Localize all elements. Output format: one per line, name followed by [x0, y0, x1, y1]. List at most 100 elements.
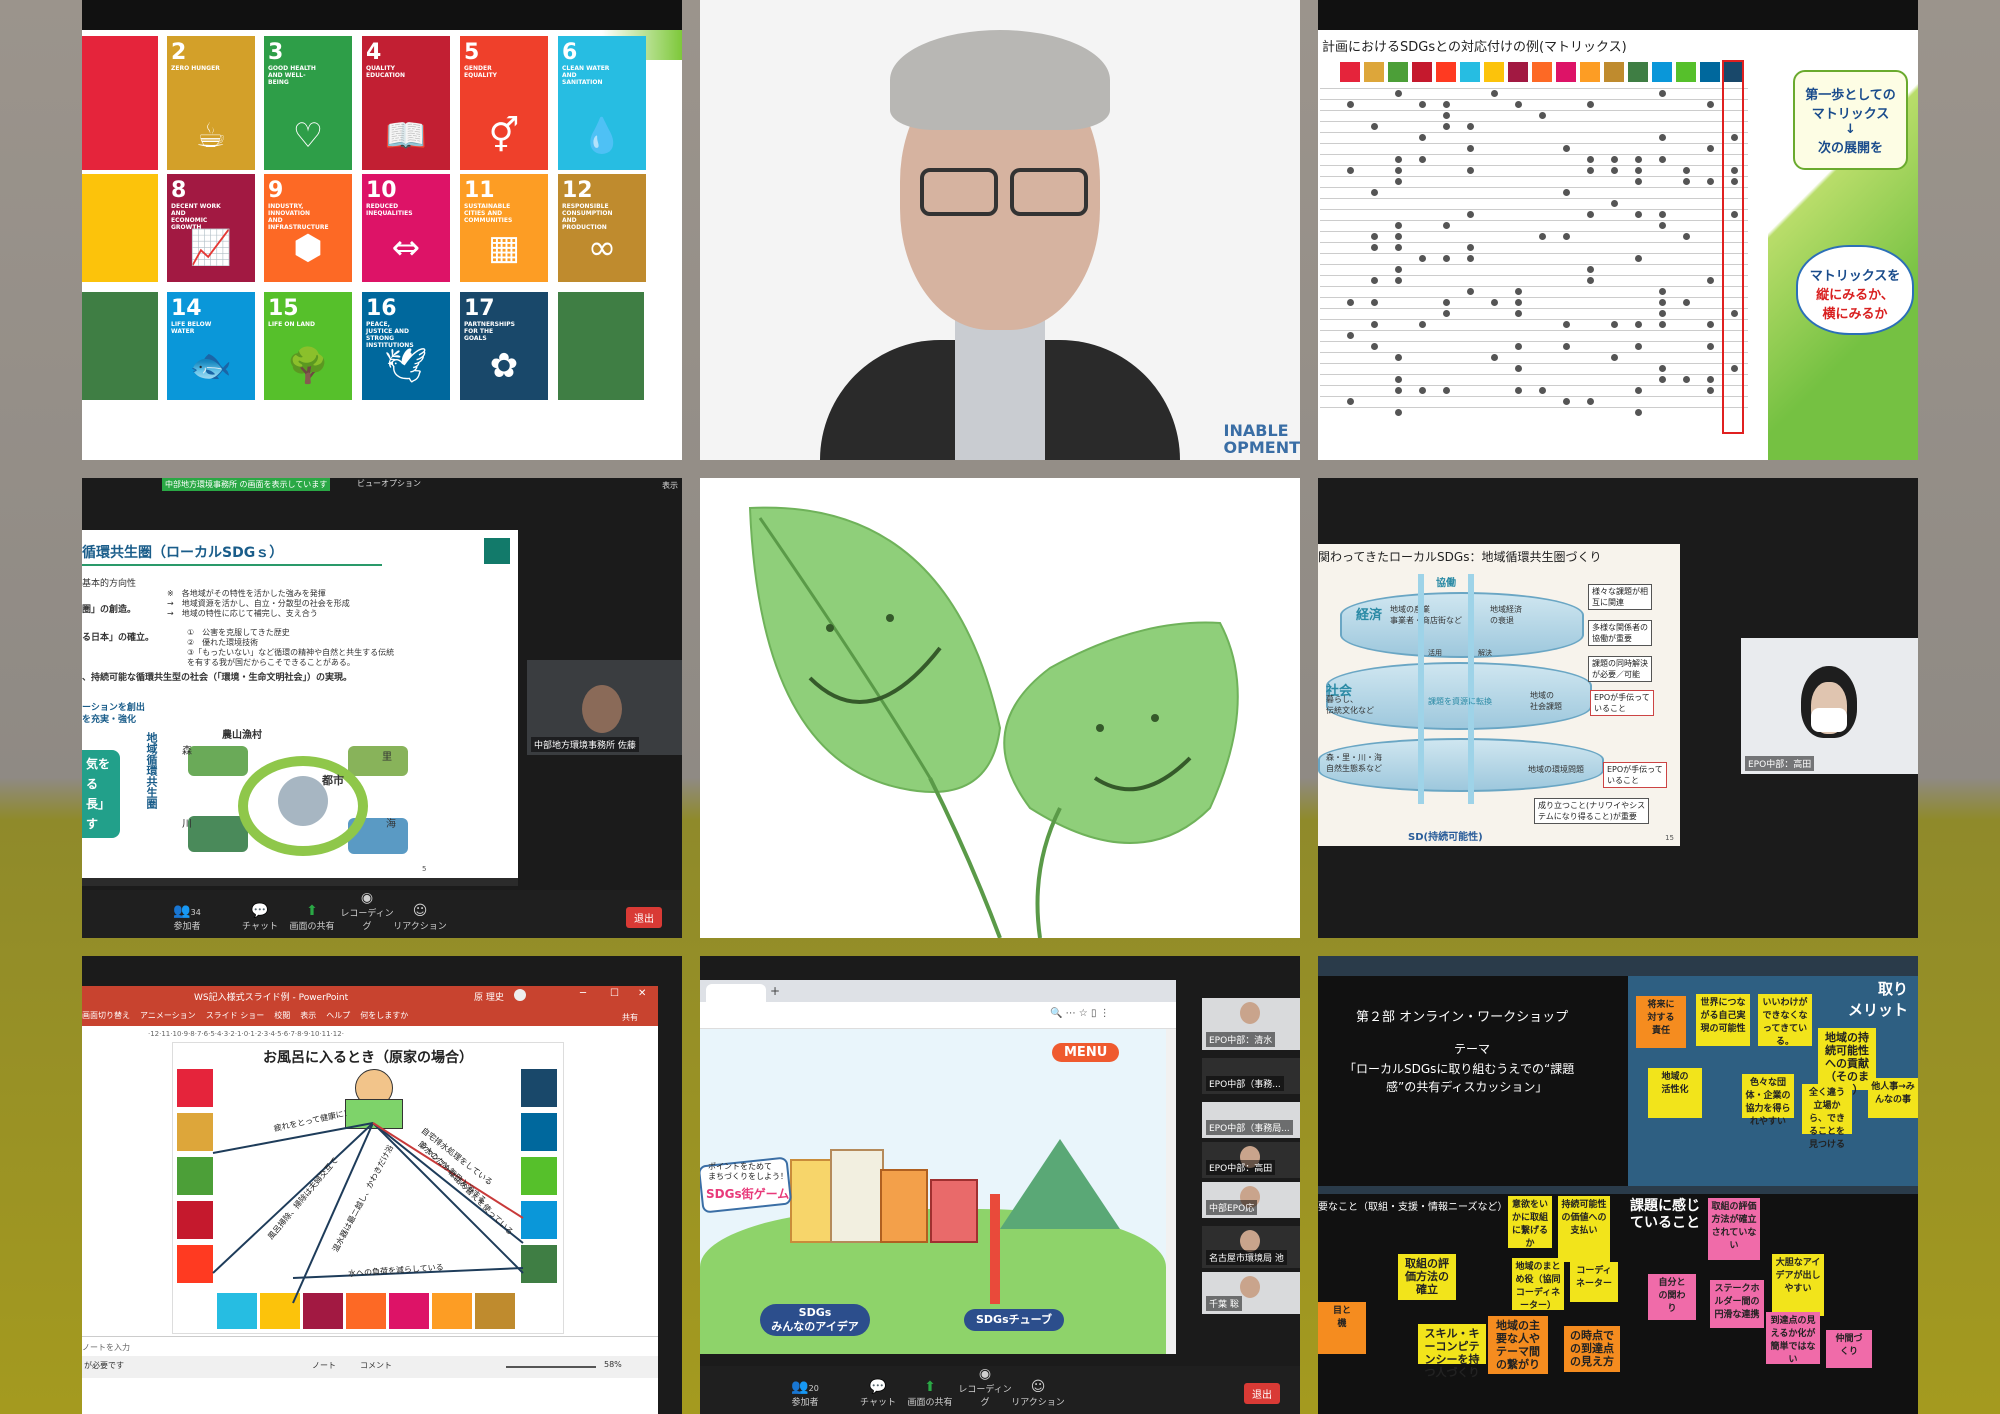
ideas-button[interactable]: SDGs みんなのアイデア: [760, 1304, 870, 1336]
button-label: リアクション: [1011, 1398, 1065, 1408]
video-tile-leaves[interactable]: [700, 478, 1300, 938]
video-tile-powerpoint[interactable]: WS記入様式スライド例 - PowerPoint 原 理史 ─ ☐ ✕ 画面切り…: [82, 956, 682, 1414]
share-screen-button[interactable]: ⬆ 画面の共有: [282, 903, 342, 932]
notes-button[interactable]: ノート: [312, 1360, 336, 1371]
sticky-note[interactable]: コーディネーター: [1570, 1262, 1618, 1302]
sticky-note[interactable]: の時点での到達点の見え方: [1564, 1326, 1620, 1372]
reaction-button[interactable]: ☺ リアクション: [390, 903, 450, 932]
participant-thumbnail[interactable]: 中部地方環境事務所 佐藤: [527, 660, 682, 755]
video-tile-workshop-board[interactable]: 第２部 オンライン・ワークショップ テーマ 「ローカルSDGsに取り組むうえでの…: [1318, 956, 1918, 1414]
video-tile-sdgs-game[interactable]: + 🔍 ⋯ ☆ ▯ ⋮ MENU ポイントをためて まちづくりをしよう！ SDG…: [700, 956, 1300, 1414]
ribbon-tab[interactable]: 表示: [300, 1010, 316, 1024]
chat-button[interactable]: 💬 チャット: [848, 1379, 908, 1408]
sticky-note[interactable]: 持続可能性の価値への支払い: [1558, 1196, 1610, 1262]
record-button[interactable]: ◉ レコーディング: [337, 890, 397, 932]
participant-thumbnail[interactable]: EPO中部：高田: [1202, 1142, 1300, 1178]
sticky-note[interactable]: 取組の評価方法が確立されていない: [1708, 1198, 1760, 1260]
matrix-dot: [1635, 178, 1642, 185]
sticky-note[interactable]: 全く違う立場から、できることを見つける: [1802, 1084, 1852, 1150]
leave-button[interactable]: 退出: [1244, 1383, 1280, 1404]
toolbar-icons[interactable]: 🔍 ⋯ ☆ ▯ ⋮: [1050, 1008, 1110, 1019]
leave-button[interactable]: 退出: [626, 907, 662, 928]
sticky-note[interactable]: 他人事→みんなの事: [1868, 1078, 1918, 1118]
video-tile-sdg-icons[interactable]: 2 ZERO HUNGER ☕ 3 GOOD HEALTH AND WELL-BE…: [82, 0, 682, 460]
ribbon-tab[interactable]: 校閲: [274, 1010, 290, 1024]
participant-name: 中部EPO応: [1206, 1200, 1258, 1215]
sticky-note[interactable]: いいわけができなくなってきている。: [1758, 994, 1812, 1047]
matrix-dot: [1419, 101, 1426, 108]
sdg-label: LIFE BELOW WATER: [171, 321, 212, 335]
sdg-column-icon: [1676, 62, 1696, 82]
matrix-dot: [1707, 101, 1714, 108]
sticky-note[interactable]: 世界につながる自己実現の可能性: [1696, 994, 1750, 1046]
participant-thumbnail[interactable]: EPO中部：清水: [1202, 998, 1300, 1050]
video-tile-circulation-diagram[interactable]: 関わってきたローカルSDGs：地域循環共生圏づくり 協働 経済 地域の産業 事業…: [1318, 478, 1918, 938]
share-button[interactable]: 共有: [622, 1012, 638, 1023]
matrix-row: [1320, 264, 1748, 265]
diagram-label: SD(持続可能性): [1408, 832, 1483, 843]
participant-name: 中部地方環境事務所 佐藤: [531, 737, 639, 752]
sdg-number: 17: [464, 296, 495, 321]
sdg-tile-6: 6 CLEAN WATER AND SANITATION 💧: [558, 36, 646, 170]
sticky-note[interactable]: 地域の主要な人やテーマ間の繋がり: [1488, 1316, 1548, 1374]
participant-thumbnail[interactable]: 中部EPO応: [1202, 1182, 1300, 1218]
matrix-dot: [1539, 233, 1546, 240]
sticky-note[interactable]: 将来に 対する 責任: [1636, 996, 1686, 1048]
sdg-label: GENDER EQUALITY: [464, 65, 498, 79]
zoom-slider[interactable]: [506, 1366, 596, 1368]
sticky-note[interactable]: 自分と の関わ り: [1648, 1274, 1696, 1320]
matrix-dot: [1515, 101, 1522, 108]
participant-thumbnail[interactable]: 千葉 聡: [1202, 1272, 1300, 1314]
matrix-dot: [1707, 178, 1714, 185]
video-tile-matrix[interactable]: 計画におけるSDGsとの対応付けの例(マトリックス) 第一歩としての マトリック…: [1318, 0, 1918, 460]
matrix-dot: [1611, 321, 1618, 328]
participant-thumbnail[interactable]: EPO中部（事務局...: [1202, 1102, 1300, 1138]
video-tile-local-sdgs[interactable]: 中部地方環境事務所 の画面を表示しています ビューオプション 表示 循環共生圏（…: [82, 478, 682, 938]
comments-button[interactable]: コメント: [360, 1360, 392, 1371]
ribbon-tab[interactable]: スライド ショー: [206, 1010, 265, 1024]
sticky-note[interactable]: 大胆なアイデアが出しやすい: [1772, 1254, 1824, 1316]
sticky-note[interactable]: 到達点の見えるか化が簡単ではない: [1766, 1312, 1820, 1365]
sticky-note[interactable]: 色々な団体・企業の協力を得られやすい: [1742, 1074, 1794, 1127]
maximize-icon[interactable]: ☐: [610, 988, 619, 999]
sdg-tile-3: 3 GOOD HEALTH AND WELL-BEING ♡: [264, 36, 352, 170]
sticky-note[interactable]: 意欲をいかに取組に繋げるか: [1508, 1196, 1552, 1249]
matrix-dot: [1635, 321, 1642, 328]
close-icon[interactable]: ✕: [638, 988, 646, 999]
sdgs-tube-button[interactable]: SDGsチューブ: [964, 1309, 1064, 1331]
new-tab-icon[interactable]: +: [770, 984, 780, 998]
ribbon-tab[interactable]: 何をしますか: [360, 1010, 408, 1024]
menu-button[interactable]: MENU: [1052, 1043, 1120, 1062]
sticky-note[interactable]: 地域の 活性化: [1648, 1068, 1702, 1118]
ribbon-tab[interactable]: アニメーション: [140, 1010, 196, 1024]
participants-button[interactable]: 👥34 参加者: [157, 903, 217, 932]
matrix-dot: [1539, 112, 1546, 119]
reaction-icon: ☺: [412, 903, 428, 919]
notes-field[interactable]: ノートを入力: [82, 1342, 130, 1353]
reaction-button[interactable]: ☺ リアクション: [1008, 1379, 1068, 1408]
sticky-note[interactable]: 仲間づ くり: [1826, 1330, 1872, 1368]
ribbon-tab[interactable]: 画面切り替え: [82, 1010, 130, 1024]
participant-thumbnail[interactable]: 名古屋市環境局 池: [1202, 1226, 1300, 1268]
sticky-note[interactable]: 地域のまとめ役（協同コーディネーター）: [1512, 1258, 1564, 1311]
participant-thumbnail[interactable]: EPO中部（事務...: [1202, 1058, 1300, 1094]
matrix-row: [1320, 297, 1748, 298]
record-button[interactable]: ◉ レコーディング: [955, 1366, 1015, 1408]
sticky-note[interactable]: 目と 機: [1318, 1302, 1366, 1354]
share-screen-button[interactable]: ⬆ 画面の共有: [900, 1379, 960, 1408]
sticky-note[interactable]: 取組の評価方法の確立: [1398, 1254, 1456, 1300]
window-title: WS記入様式スライド例 - PowerPoint: [194, 993, 349, 1003]
matrix-dot: [1491, 299, 1498, 306]
chat-button[interactable]: 💬 チャット: [230, 903, 290, 932]
participant-thumbnail[interactable]: EPO中部：高田: [1741, 638, 1918, 774]
video-tile-speaker[interactable]: INABLE OPMENT: [700, 0, 1300, 460]
minimize-icon[interactable]: ─: [580, 988, 586, 999]
participants-button[interactable]: 👥20 参加者: [775, 1379, 835, 1408]
view-option[interactable]: ビューオプション: [357, 478, 421, 489]
sticky-note[interactable]: スキル・キーコンピテンシーを持つ人づくり: [1418, 1324, 1486, 1379]
sticky-note[interactable]: ステークホルダー間の円滑な連携: [1710, 1280, 1764, 1328]
show-label[interactable]: 表示: [662, 480, 678, 491]
matrix-dot: [1467, 167, 1474, 174]
ribbon-tab[interactable]: ヘルプ: [326, 1010, 350, 1024]
user-avatar[interactable]: [514, 989, 526, 1001]
